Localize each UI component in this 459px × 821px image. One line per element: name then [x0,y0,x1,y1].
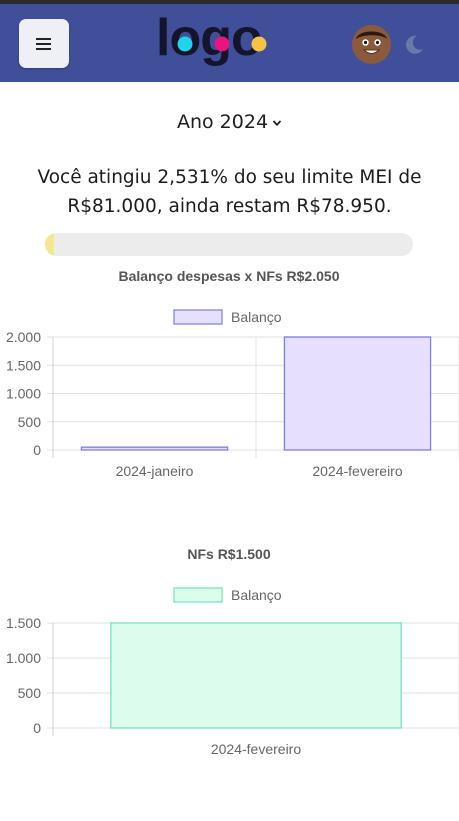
chart-title: NFs R$1.500 [187,546,270,562]
legend-label: Balanço [231,587,282,603]
legend-swatch [173,309,223,325]
x-tick-label: 2024-fevereiro [312,463,402,479]
legend-label: Balanço [231,309,282,325]
moon-icon[interactable] [402,33,426,57]
logo-text: logo [156,13,262,67]
limit-message-line2: R$81.000, ainda restam R$78.950. [67,196,392,217]
balance-chart: Balanço despesas x NFs R$2.050 Balanço 0 50… [6,268,459,479]
bar [80,446,229,451]
year-selector[interactable]: Ano 2024 [0,111,459,137]
menu-button[interactable] [19,19,69,68]
chevron-down-icon [272,119,282,126]
legend-swatch [173,587,223,603]
y-tick-label: 2.000 [6,329,41,345]
avatar-icon[interactable] [352,25,391,64]
bar [283,336,432,451]
bar [110,622,402,729]
y-tick-label: 500 [18,414,42,430]
y-tick-label: 0 [33,720,41,736]
y-tick-label: 1.500 [6,615,41,631]
limit-progress-fill [45,233,55,256]
logo[interactable]: logo [156,13,281,75]
limit-message: Você atingiu 2,531% do seu limite MEI de… [20,163,439,221]
y-tick-label: 500 [18,685,42,701]
year-label: Ano 2024 [176,111,269,133]
invoices-chart: NFs R$1.500 Balanço 0 500 1.000 1.500 2024-fev… [6,546,459,757]
y-tick-label: 1.000 [6,386,41,402]
y-tick-label: 0 [33,442,41,458]
limit-message-line1: Você atingiu 2,531% do seu limite MEI de [37,167,422,188]
chart-title: Balanço despesas x NFs R$2.050 [118,268,339,284]
y-tick-label: 1.500 [6,357,41,373]
x-tick-label: 2024-fevereiro [211,741,301,757]
limit-progress-bar [45,233,413,256]
navbar: logo [0,4,459,82]
x-tick-label: 2024-janeiro [116,463,194,479]
y-tick-label: 1.000 [6,650,41,666]
